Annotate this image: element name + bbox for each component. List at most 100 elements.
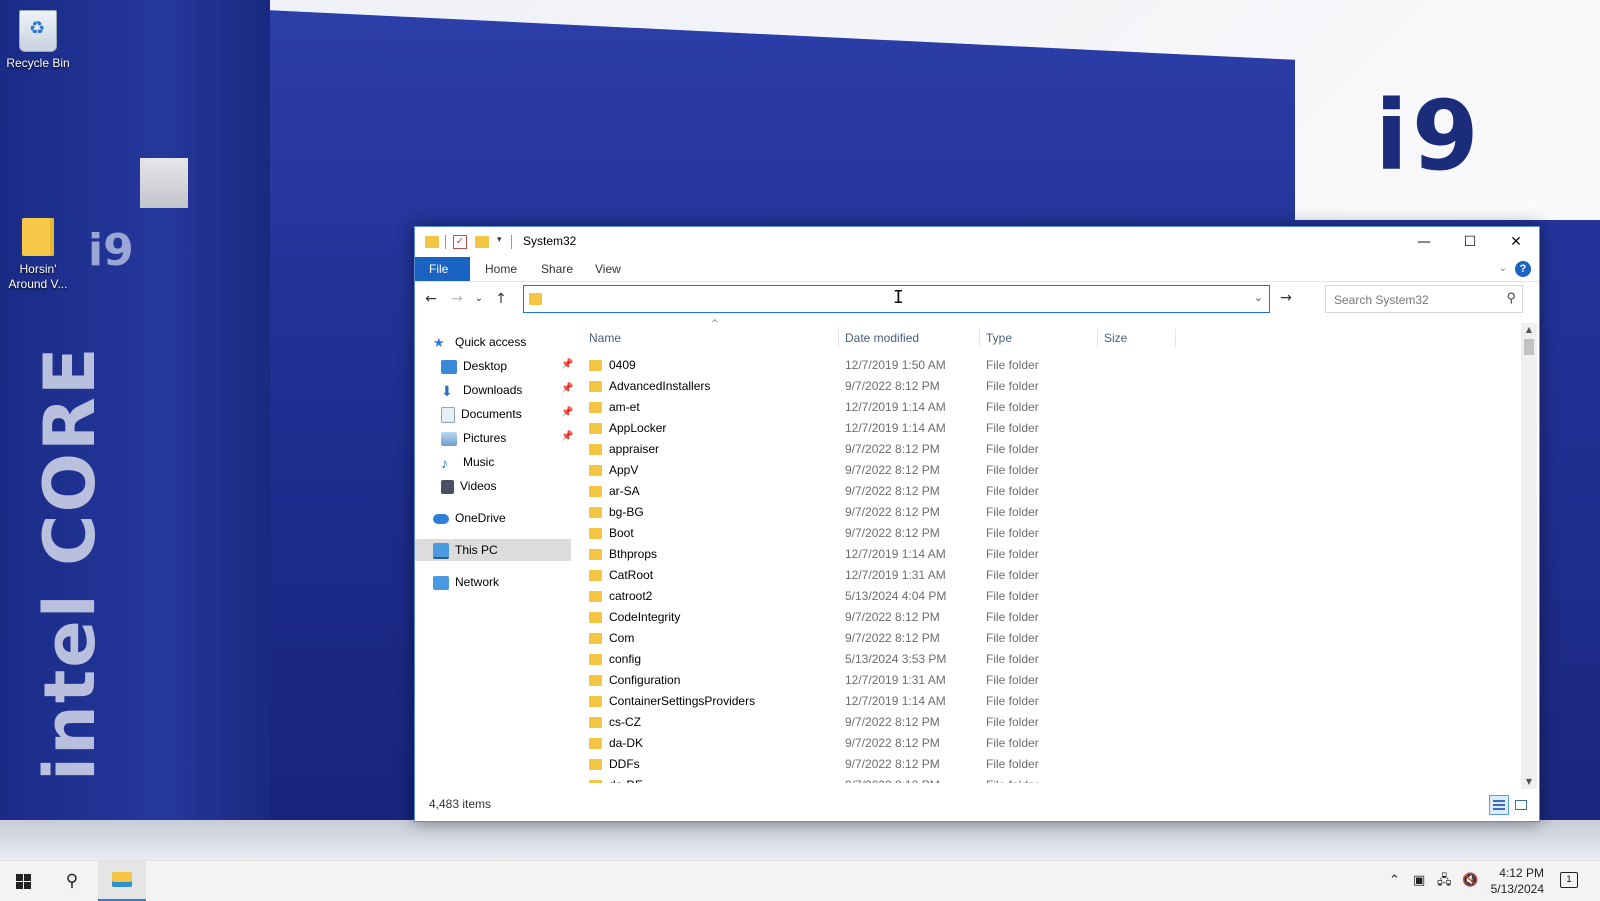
nav-label: Documents (461, 407, 522, 421)
address-dropdown-button[interactable]: ⌄ (1254, 291, 1263, 304)
column-header-type[interactable]: Type (986, 327, 1012, 349)
table-row[interactable]: catroot2 5/13/2024 4:04 PM File folder (583, 586, 1515, 607)
go-button[interactable]: → (1273, 285, 1299, 311)
folder-icon (425, 236, 439, 248)
file-name: AdvancedInstallers (609, 379, 711, 393)
table-row[interactable]: de-DE 9/7/2022 8:12 PM File folder (583, 775, 1515, 783)
divider[interactable] (1175, 329, 1176, 347)
file-date-modified: 9/7/2022 8:12 PM (845, 775, 940, 783)
folder-icon (589, 486, 602, 497)
table-row[interactable]: cs-CZ 9/7/2022 8:12 PM File folder (583, 712, 1515, 733)
file-type: File folder (986, 736, 1039, 750)
table-row[interactable]: CodeIntegrity 9/7/2022 8:12 PM File folder (583, 607, 1515, 628)
expand-ribbon-chevron-icon[interactable]: ⌄ (1499, 263, 1507, 274)
properties-icon[interactable]: ✓ (453, 235, 467, 249)
file-name: ar-SA (609, 484, 640, 498)
column-header-name[interactable]: Name (589, 327, 621, 349)
file-type: File folder (986, 715, 1039, 729)
file-name: DDFs (609, 757, 640, 771)
nav-pictures[interactable]: Pictures (441, 427, 506, 449)
table-row[interactable]: bg-BG 9/7/2022 8:12 PM File folder (583, 502, 1515, 523)
forward-button[interactable]: → (447, 289, 467, 309)
scrollbar-thumb[interactable] (1524, 339, 1534, 355)
minimize-button[interactable]: — (1401, 227, 1447, 257)
column-header-date-modified[interactable]: Date modified (845, 327, 919, 349)
nav-onedrive[interactable]: OneDrive (433, 507, 506, 529)
table-row[interactable]: da-DK 9/7/2022 8:12 PM File folder (583, 733, 1515, 754)
nav-videos[interactable]: Videos (441, 475, 496, 497)
table-row[interactable]: ContainerSettingsProviders 12/7/2019 1:14… (583, 691, 1515, 712)
file-date-modified: 12/7/2019 1:14 AM (845, 547, 946, 561)
table-row[interactable]: Boot 9/7/2022 8:12 PM File folder (583, 523, 1515, 544)
search-input[interactable] (1332, 290, 1496, 310)
nav-desktop[interactable]: Desktop (441, 355, 507, 377)
file-type: File folder (986, 694, 1039, 708)
nav-music[interactable]: ♪ Music (441, 451, 494, 473)
folder-icon (589, 759, 602, 770)
start-button[interactable] (0, 861, 48, 901)
nav-quick-access[interactable]: ★ Quick access (433, 331, 526, 353)
divider[interactable] (979, 329, 980, 347)
close-button[interactable]: ✕ (1493, 227, 1539, 257)
windows-logo-icon (16, 874, 31, 889)
table-row[interactable]: am-et 12/7/2019 1:14 AM File folder (583, 397, 1515, 418)
table-row[interactable]: DDFs 9/7/2022 8:12 PM File folder (583, 754, 1515, 775)
details-view-button[interactable] (1489, 795, 1509, 815)
tab-home[interactable]: Home (471, 257, 531, 281)
scroll-down-arrow-icon[interactable]: ▼ (1521, 775, 1537, 789)
file-date-modified: 12/7/2019 1:31 AM (845, 673, 946, 687)
table-row[interactable]: 0409 12/7/2019 1:50 AM File folder (583, 355, 1515, 376)
nav-network[interactable]: Network (433, 571, 499, 593)
file-name: bg-BG (609, 505, 644, 519)
clock[interactable]: 4:12 PM 5/13/2024 (1484, 865, 1544, 897)
search-box[interactable]: ⚲ (1325, 285, 1523, 313)
meet-now-icon[interactable]: ▣ (1413, 861, 1425, 901)
notifications-icon[interactable]: 1 (1560, 872, 1578, 888)
maximize-button[interactable]: ☐ (1447, 227, 1493, 257)
file-type: File folder (986, 400, 1039, 414)
table-row[interactable]: CatRoot 12/7/2019 1:31 AM File folder (583, 565, 1515, 586)
table-row[interactable]: AppLocker 12/7/2019 1:14 AM File folder (583, 418, 1515, 439)
volume-muted-icon[interactable]: 🔇 (1462, 861, 1478, 901)
tab-file[interactable]: File (415, 257, 470, 281)
tab-view[interactable]: View (581, 257, 635, 281)
large-icons-view-button[interactable] (1511, 795, 1531, 815)
file-name: cs-CZ (609, 715, 641, 729)
taskbar-file-explorer-button[interactable] (98, 861, 146, 901)
nav-documents[interactable]: Documents (441, 403, 522, 425)
table-row[interactable]: config 5/13/2024 3:53 PM File folder (583, 649, 1515, 670)
taskbar-search-icon[interactable]: ⚲ (48, 861, 96, 901)
vertical-scrollbar[interactable]: ▲ ▼ (1521, 323, 1537, 789)
table-row[interactable]: appraiser 9/7/2022 8:12 PM File folder (583, 439, 1515, 460)
file-date-modified: 12/7/2019 1:14 AM (845, 421, 946, 435)
notification-count: 1 (1566, 874, 1572, 884)
column-header-size[interactable]: Size (1104, 327, 1127, 349)
scroll-up-arrow-icon[interactable]: ▲ (1521, 323, 1537, 337)
table-row[interactable]: Configuration 12/7/2019 1:31 AM File folde… (583, 670, 1515, 691)
desktop-icon-horsin-around[interactable]: Horsin' Around V... (0, 218, 76, 292)
desktop-icon-recycle-bin[interactable]: ♻ Recycle Bin (0, 10, 76, 71)
divider[interactable] (838, 329, 839, 347)
new-folder-icon[interactable] (475, 236, 489, 248)
tab-share[interactable]: Share (527, 257, 587, 281)
network-icon[interactable]: 🖧 (1437, 861, 1452, 901)
cloud-icon (433, 513, 449, 524)
up-button[interactable]: ↑ (491, 289, 511, 309)
file-list: ^ Name Date modified Type Size 0409 12/7/… (583, 317, 1515, 783)
chevron-up-icon[interactable]: ⌃ (1389, 861, 1400, 901)
recent-locations-button[interactable]: ⌄ (469, 289, 489, 309)
customize-quick-access-toolbar-button[interactable]: ▾ (497, 234, 502, 250)
table-row[interactable]: Bthprops 12/7/2019 1:14 AM File folder (583, 544, 1515, 565)
back-button[interactable]: ← (421, 289, 441, 309)
nav-this-pc[interactable]: This PC (415, 539, 571, 561)
file-type: File folder (986, 631, 1039, 645)
divider[interactable] (1097, 329, 1098, 347)
table-row[interactable]: Com 9/7/2022 8:12 PM File folder (583, 628, 1515, 649)
table-row[interactable]: AppV 9/7/2022 8:12 PM File folder (583, 460, 1515, 481)
file-name: appraiser (609, 442, 660, 456)
nav-downloads[interactable]: ⬇ Downloads (441, 379, 522, 401)
file-type: File folder (986, 568, 1039, 582)
table-row[interactable]: AdvancedInstallers 9/7/2022 8:12 PM File f… (583, 376, 1515, 397)
table-row[interactable]: ar-SA 9/7/2022 8:12 PM File folder (583, 481, 1515, 502)
help-icon[interactable]: ? (1515, 261, 1531, 277)
